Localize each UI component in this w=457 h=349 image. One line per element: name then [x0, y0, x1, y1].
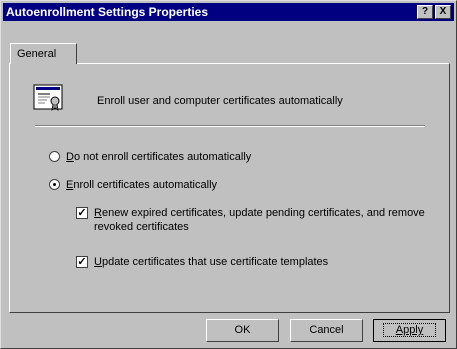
help-button[interactable]: ?	[417, 5, 433, 19]
ok-button[interactable]: OK	[206, 319, 279, 342]
window-title: Autoenrollment Settings Properties	[6, 5, 209, 19]
apply-button[interactable]: Apply	[373, 319, 446, 342]
checkbox-update-box[interactable]: ✓	[76, 256, 88, 268]
certificate-icon	[33, 84, 63, 111]
title-bar[interactable]: Autoenrollment Settings Properties ? X	[3, 3, 454, 21]
header-text: Enroll user and computer certificates au…	[97, 95, 343, 107]
separator	[35, 125, 425, 127]
dialog-window: Autoenrollment Settings Properties ? X G…	[0, 0, 457, 349]
checkbox-renew[interactable]: ✓ Renew expired certificates, update pen…	[76, 206, 425, 234]
checkbox-update-label: Update certificates that use certificate…	[94, 256, 329, 268]
radio-enroll-label: Enroll certificates automatically	[66, 179, 218, 191]
checkbox-renew-box[interactable]: ✓	[76, 207, 88, 219]
apply-button-label: Apply	[382, 323, 437, 337]
radio-button[interactable]	[49, 151, 60, 162]
radio-button-selected[interactable]	[49, 179, 60, 190]
checkbox-update[interactable]: ✓ Update certificates that use certifica…	[76, 255, 328, 269]
radio-enroll[interactable]: Enroll certificates automatically	[49, 178, 217, 192]
checkbox-renew-label: Renew expired certificates, update pendi…	[94, 207, 425, 233]
tab-general[interactable]: General	[10, 43, 77, 64]
close-button[interactable]: X	[435, 5, 451, 19]
radio-do-not-enroll-label: Do not enroll certificates automatically	[66, 151, 252, 163]
title-buttons: ? X	[417, 5, 451, 19]
cancel-button[interactable]: Cancel	[290, 319, 363, 342]
radio-do-not-enroll[interactable]: Do not enroll certificates automatically	[49, 150, 251, 164]
